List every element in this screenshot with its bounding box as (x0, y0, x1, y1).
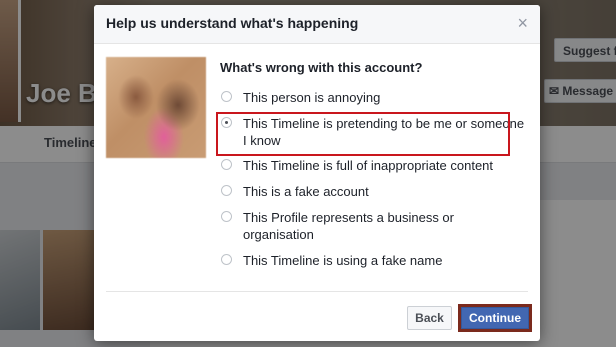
continue-button-outline[interactable]: Continue (458, 304, 532, 332)
option-fake-name[interactable]: This Timeline is using a fake name (220, 252, 530, 269)
option-inappropriate[interactable]: This Timeline is full of inappropriate c… (220, 157, 530, 174)
question-label: What's wrong with this account? (220, 60, 423, 75)
dialog-header: Help us understand what's happening × (94, 5, 540, 44)
option-fake-account[interactable]: This is a fake account (220, 183, 530, 200)
report-dialog: Help us understand what's happening × Wh… (94, 5, 540, 341)
option-label: This Profile represents a business or or… (243, 210, 454, 242)
option-annoying[interactable]: This person is annoying (220, 89, 530, 106)
back-button[interactable]: Back (407, 306, 452, 330)
radio-button[interactable] (221, 185, 232, 196)
option-label: This Timeline is using a fake name (243, 253, 443, 268)
radio-button[interactable] (221, 211, 232, 222)
radio-button[interactable] (221, 159, 232, 170)
highlight-box (216, 112, 510, 156)
option-label: This person is annoying (243, 90, 381, 105)
radio-button[interactable] (221, 91, 232, 102)
close-icon[interactable]: × (517, 13, 528, 34)
account-profile-thumbnail (106, 57, 206, 158)
dialog-title: Help us understand what's happening (106, 15, 359, 31)
radio-button[interactable] (221, 254, 232, 265)
footer-divider (106, 291, 528, 292)
option-label: This is a fake account (243, 184, 369, 199)
continue-button[interactable]: Continue (461, 307, 529, 329)
option-label: This Timeline is full of inappropriate c… (243, 158, 494, 173)
option-business[interactable]: This Profile represents a business or or… (220, 209, 503, 243)
